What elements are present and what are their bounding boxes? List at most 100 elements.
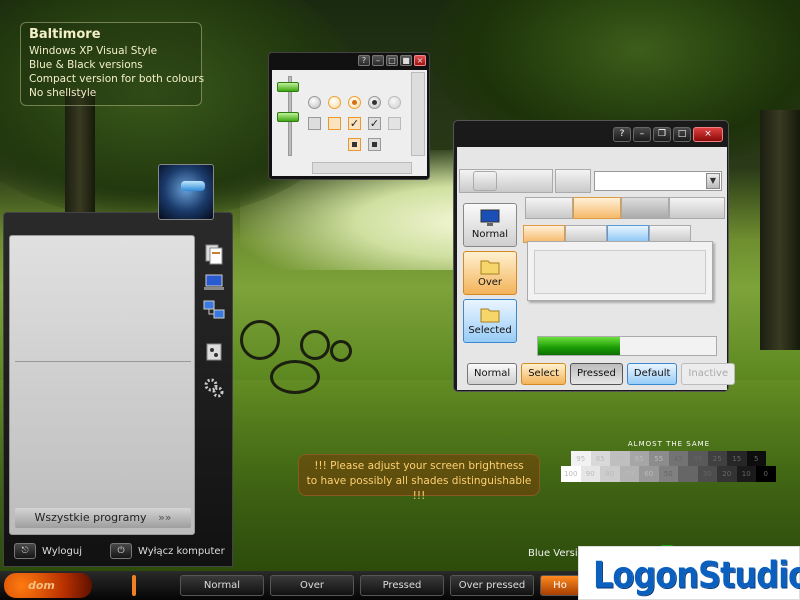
programs-pane: Wszystkie programy »» [9, 235, 195, 535]
radio-hot[interactable] [328, 96, 341, 109]
checkbox-checked[interactable]: ✓ [368, 117, 381, 130]
shade-row-bottom: 100 90 80 70 60 50 40 30 20 10 0 [561, 466, 776, 482]
shade-cell: 45 [668, 451, 688, 467]
checkbox-disabled[interactable] [388, 117, 401, 130]
minimize-button[interactable]: – [633, 126, 651, 142]
radio-selected[interactable] [368, 96, 381, 109]
shade-cell: 55 [649, 451, 669, 467]
network-icon[interactable] [203, 299, 225, 321]
logoff-button[interactable]: ⎋ [14, 543, 36, 559]
shade-cell: 60 [639, 466, 659, 482]
shade-cell: 75 [610, 451, 630, 467]
brightness-scale: ALMOST THE SAME 95 85 75 65 55 45 35 25 15 5 100 9… [555, 440, 783, 494]
mini-titlebar: ? – □ ■ × [269, 53, 429, 69]
mini-client-area: ✓ ✓ [272, 70, 427, 176]
radio-hot-selected[interactable] [348, 96, 361, 109]
help-button[interactable]: ? [358, 55, 370, 66]
horizontal-scrollbar[interactable] [312, 162, 412, 174]
help-button[interactable]: ? [613, 126, 631, 142]
header-item[interactable] [669, 197, 725, 219]
toolbar-button[interactable] [473, 171, 497, 191]
push-button-select[interactable]: Select [521, 363, 567, 385]
shade-cell: 95 [571, 451, 591, 467]
settings-icon[interactable] [203, 377, 225, 399]
shade-cell: 10 [736, 466, 756, 482]
demo-client-area: ▼ Normal Over Selected Normal Select Pre… [457, 147, 736, 390]
big-button-normal[interactable]: Normal [463, 203, 517, 247]
start-button[interactable]: dom [4, 573, 92, 598]
theme-info-line: Compact version for both colours [29, 73, 205, 85]
radio-normal[interactable] [308, 96, 321, 109]
notice-line: to have possibly all shades distinguisha… [306, 475, 532, 502]
push-button-normal[interactable]: Normal [467, 363, 518, 385]
shade-cell: 100 [561, 466, 581, 482]
big-button-over[interactable]: Over [463, 251, 517, 295]
all-programs-button[interactable]: Wszystkie programy »» [15, 508, 191, 528]
wallpaper-swirl [330, 340, 352, 362]
shade-cell: 30 [697, 466, 717, 482]
combo-box[interactable]: ▼ [594, 171, 722, 191]
close-button[interactable]: × [693, 126, 723, 142]
maximize-button[interactable]: ■ [400, 55, 412, 66]
shade-cell: 25 [707, 451, 727, 467]
shade-cell: 90 [580, 466, 600, 482]
maximize-button[interactable]: □ [673, 126, 691, 142]
header-item[interactable] [525, 197, 573, 219]
checkbox-mixed-hot[interactable] [348, 138, 361, 151]
close-button[interactable]: × [414, 55, 426, 66]
shade-cell: 85 [590, 451, 610, 467]
push-button-inactive: Inactive [681, 363, 736, 385]
taskbar-button-pressed[interactable]: Pressed [360, 575, 444, 596]
checkbox-hot[interactable] [328, 117, 341, 130]
chevron-down-icon[interactable]: ▼ [706, 173, 720, 189]
control-panel-icon[interactable] [203, 341, 225, 363]
logonstudio-logo: LogonStudio [578, 546, 800, 600]
shade-row-top: 95 85 75 65 55 45 35 25 15 5 [571, 451, 766, 467]
radio-disabled[interactable] [388, 96, 401, 109]
taskbar-separator [132, 575, 136, 596]
taskbar-button-over-pressed[interactable]: Over pressed [450, 575, 534, 596]
demo-window: ? – ❐ □ × ▼ Normal Over Selected Normal … [453, 120, 736, 392]
shutdown-label[interactable]: Wyłącz komputer [138, 546, 225, 557]
double-chevron-right-icon: »» [158, 511, 172, 524]
restore-button[interactable]: □ [386, 55, 398, 66]
avatar-visor [181, 181, 205, 191]
blue-version-label: Blue Versi [528, 548, 578, 559]
theme-info-box: Baltimore Windows XP Visual Style Blue &… [20, 22, 205, 106]
shutdown-area: ⏻ Wyłącz komputer [110, 543, 225, 559]
push-button-default[interactable]: Default [626, 363, 678, 385]
big-button-label: Normal [471, 229, 509, 240]
logoff-label[interactable]: Wyloguj [42, 546, 82, 557]
push-button-row: Normal Select Pressed Default Inactive [467, 363, 736, 385]
taskbar-button-hot[interactable]: Ho [540, 575, 580, 596]
checkbox-hot-checked[interactable]: ✓ [348, 117, 361, 130]
push-button-pressed[interactable]: Pressed [570, 363, 623, 385]
big-button-selected[interactable]: Selected [463, 299, 517, 343]
wallpaper-swirl [240, 320, 280, 360]
restore-button[interactable]: ❐ [653, 126, 671, 142]
shade-cell: 40 [678, 466, 698, 482]
slider-thumb-hot[interactable] [277, 112, 299, 122]
big-button-label: Selected [468, 325, 512, 336]
theme-info-line: Windows XP Visual Style [29, 45, 158, 57]
folder-icon [479, 257, 501, 275]
theme-info-line: Blue & Black versions [29, 59, 143, 71]
taskbar-button-over[interactable]: Over [270, 575, 354, 596]
vertical-scrollbar[interactable] [411, 72, 425, 156]
header-item-hot[interactable] [573, 197, 621, 219]
logo-text: LogonStudio [593, 553, 800, 597]
taskbar-button-normal[interactable]: Normal [180, 575, 264, 596]
wallpaper-trunk-right [760, 110, 800, 350]
user-avatar[interactable] [158, 164, 214, 220]
minimize-button[interactable]: – [372, 55, 384, 66]
group-box [534, 250, 706, 294]
documents-icon[interactable] [203, 243, 225, 265]
computer-icon[interactable] [203, 271, 225, 293]
power-icon[interactable]: ⏻ [110, 543, 132, 559]
checkbox-mixed[interactable] [368, 138, 381, 151]
checkbox-normal[interactable] [308, 117, 321, 130]
header-item-pressed[interactable] [621, 197, 669, 219]
slider-thumb[interactable] [277, 82, 299, 92]
start-button-label: dom [28, 579, 55, 592]
shade-cell: 35 [688, 451, 708, 467]
